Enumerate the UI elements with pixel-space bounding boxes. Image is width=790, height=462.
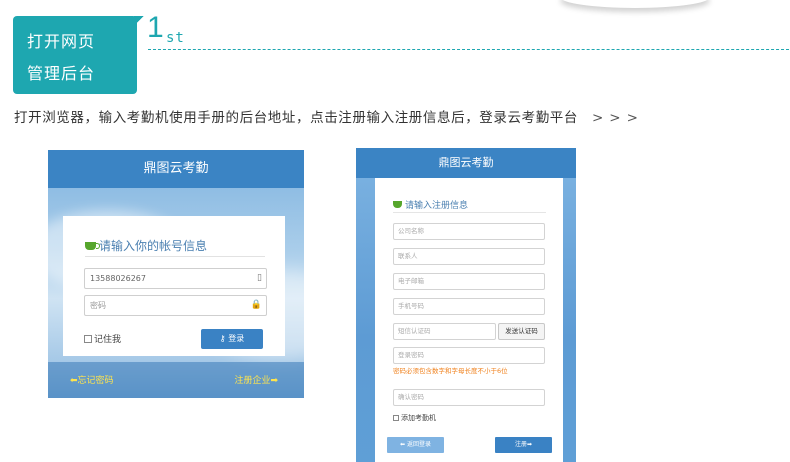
instruction-text: 打开浏览器，输入考勤机使用手册的后台地址，点击注册输入注册信息后，登录云考勤平台 [14, 110, 578, 126]
register-card-title: 请输入注册信息 [393, 198, 468, 211]
register-card-title-text: 请输入注册信息 [405, 201, 469, 211]
cup-icon [85, 242, 100, 250]
login-button[interactable]: ⚷ 登录 [201, 329, 263, 349]
mobile-input[interactable]: 手机号码 [393, 298, 545, 315]
add-device-label: 添加考勤机 [401, 414, 436, 422]
step-divider [148, 49, 790, 50]
register-card: 请输入注册信息 公司名称 联系人 电子邮箱 手机号码 短信认证码 发送认证码 登… [375, 178, 563, 462]
arrow-left-icon: ⬅ [400, 441, 406, 448]
step-number-suffix: st [166, 30, 185, 46]
badge-notch [134, 16, 144, 26]
remember-me[interactable]: 记住我 [84, 332, 121, 345]
back-to-login-button[interactable]: ⬅ 返回登录 [387, 437, 444, 453]
register-button[interactable]: 注册➡ [495, 437, 552, 453]
login-button-label: 登录 [228, 334, 245, 343]
login-card-title-text: 请输入你的帐号信息 [99, 239, 208, 253]
chevrons-right-icon: >>> [592, 110, 644, 126]
arrow-left-icon: ⬅ [70, 376, 78, 386]
forgot-password-link[interactable]: ⬅忘记密码 [70, 373, 114, 386]
arrow-right-icon: ➡ [526, 441, 533, 448]
divider [85, 256, 265, 257]
login-screenshot: 鼎图云考勤 请输入你的帐号信息 13588026267 ▯ 密码 🔒 记住我 ⚷… [48, 150, 304, 398]
register-screenshot: 鼎图云考勤 请输入注册信息 公司名称 联系人 电子邮箱 手机号码 短信认证码 发… [356, 148, 576, 462]
remember-checkbox[interactable] [84, 335, 92, 343]
company-input[interactable]: 公司名称 [393, 223, 545, 240]
password-input[interactable]: 密码 🔒 [84, 295, 267, 316]
key-icon: ⚷ [219, 334, 226, 343]
register-header: 鼎图云考勤 [356, 148, 576, 178]
badge-line-2: 管理后台 [27, 64, 96, 83]
divider [393, 212, 546, 213]
login-card: 请输入你的帐号信息 13588026267 ▯ 密码 🔒 记住我 ⚷ 登录 [63, 216, 285, 356]
lock-icon: 🔒 [250, 300, 262, 310]
login-header: 鼎图云考勤 [48, 150, 304, 188]
password-placeholder: 密码 [90, 301, 106, 310]
step-badge: 打开网页 管理后台 [13, 16, 137, 94]
back-label: 返回登录 [406, 441, 431, 448]
remember-label: 记住我 [94, 335, 122, 345]
phone-value: 13588026267 [90, 274, 146, 283]
decorative-swoosh [560, 0, 710, 8]
contact-input[interactable]: 联系人 [393, 248, 545, 265]
mobile-icon: ▯ [257, 273, 262, 283]
register-password-input[interactable]: 登录密码 [393, 347, 545, 364]
login-card-title: 请输入你的帐号信息 [85, 237, 207, 254]
step-number: 1 [147, 11, 164, 44]
register-label: 注册企业 [234, 376, 271, 386]
add-device-option[interactable]: 添加考勤机 [393, 413, 436, 423]
confirm-password-input[interactable]: 确认密码 [393, 389, 545, 406]
password-hint: 密码必须包含数字和字母长度不小于6位 [393, 367, 508, 375]
register-button-label: 注册 [514, 441, 527, 448]
forgot-label: 忘记密码 [77, 376, 114, 386]
send-code-button[interactable]: 发送认证码 [498, 323, 545, 340]
badge-line-1: 打开网页 [27, 32, 96, 51]
add-device-checkbox[interactable] [393, 415, 399, 421]
sms-code-input[interactable]: 短信认证码 [393, 323, 496, 340]
register-company-link[interactable]: 注册企业➡ [234, 373, 278, 386]
step-instruction: 打开浏览器，输入考勤机使用手册的后台地址，点击注册输入注册信息后，登录云考勤平台… [14, 106, 644, 126]
cup-icon [393, 201, 402, 208]
phone-input[interactable]: 13588026267 ▯ [84, 268, 267, 289]
email-input[interactable]: 电子邮箱 [393, 273, 545, 290]
arrow-right-icon: ➡ [270, 376, 278, 386]
